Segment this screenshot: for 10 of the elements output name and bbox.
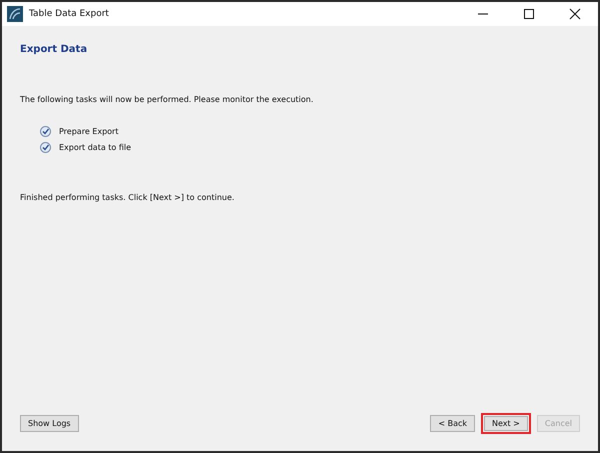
task-label: Prepare Export	[59, 127, 118, 136]
intro-text: The following tasks will now be performed. Please monitor the execution.	[20, 95, 314, 104]
task-label: Export data to file	[59, 143, 132, 152]
status-text: Finished performing tasks. Click [Next >] to continue.	[20, 193, 234, 202]
show-logs-button[interactable]: Show Logs	[20, 415, 79, 432]
app-icon	[7, 6, 23, 22]
window-title: Table Data Export	[29, 9, 109, 19]
wizard-button[interactable]: < Back	[430, 415, 475, 432]
page-heading: Export Data	[20, 44, 88, 55]
wizard-button[interactable]: Next >	[481, 413, 531, 434]
